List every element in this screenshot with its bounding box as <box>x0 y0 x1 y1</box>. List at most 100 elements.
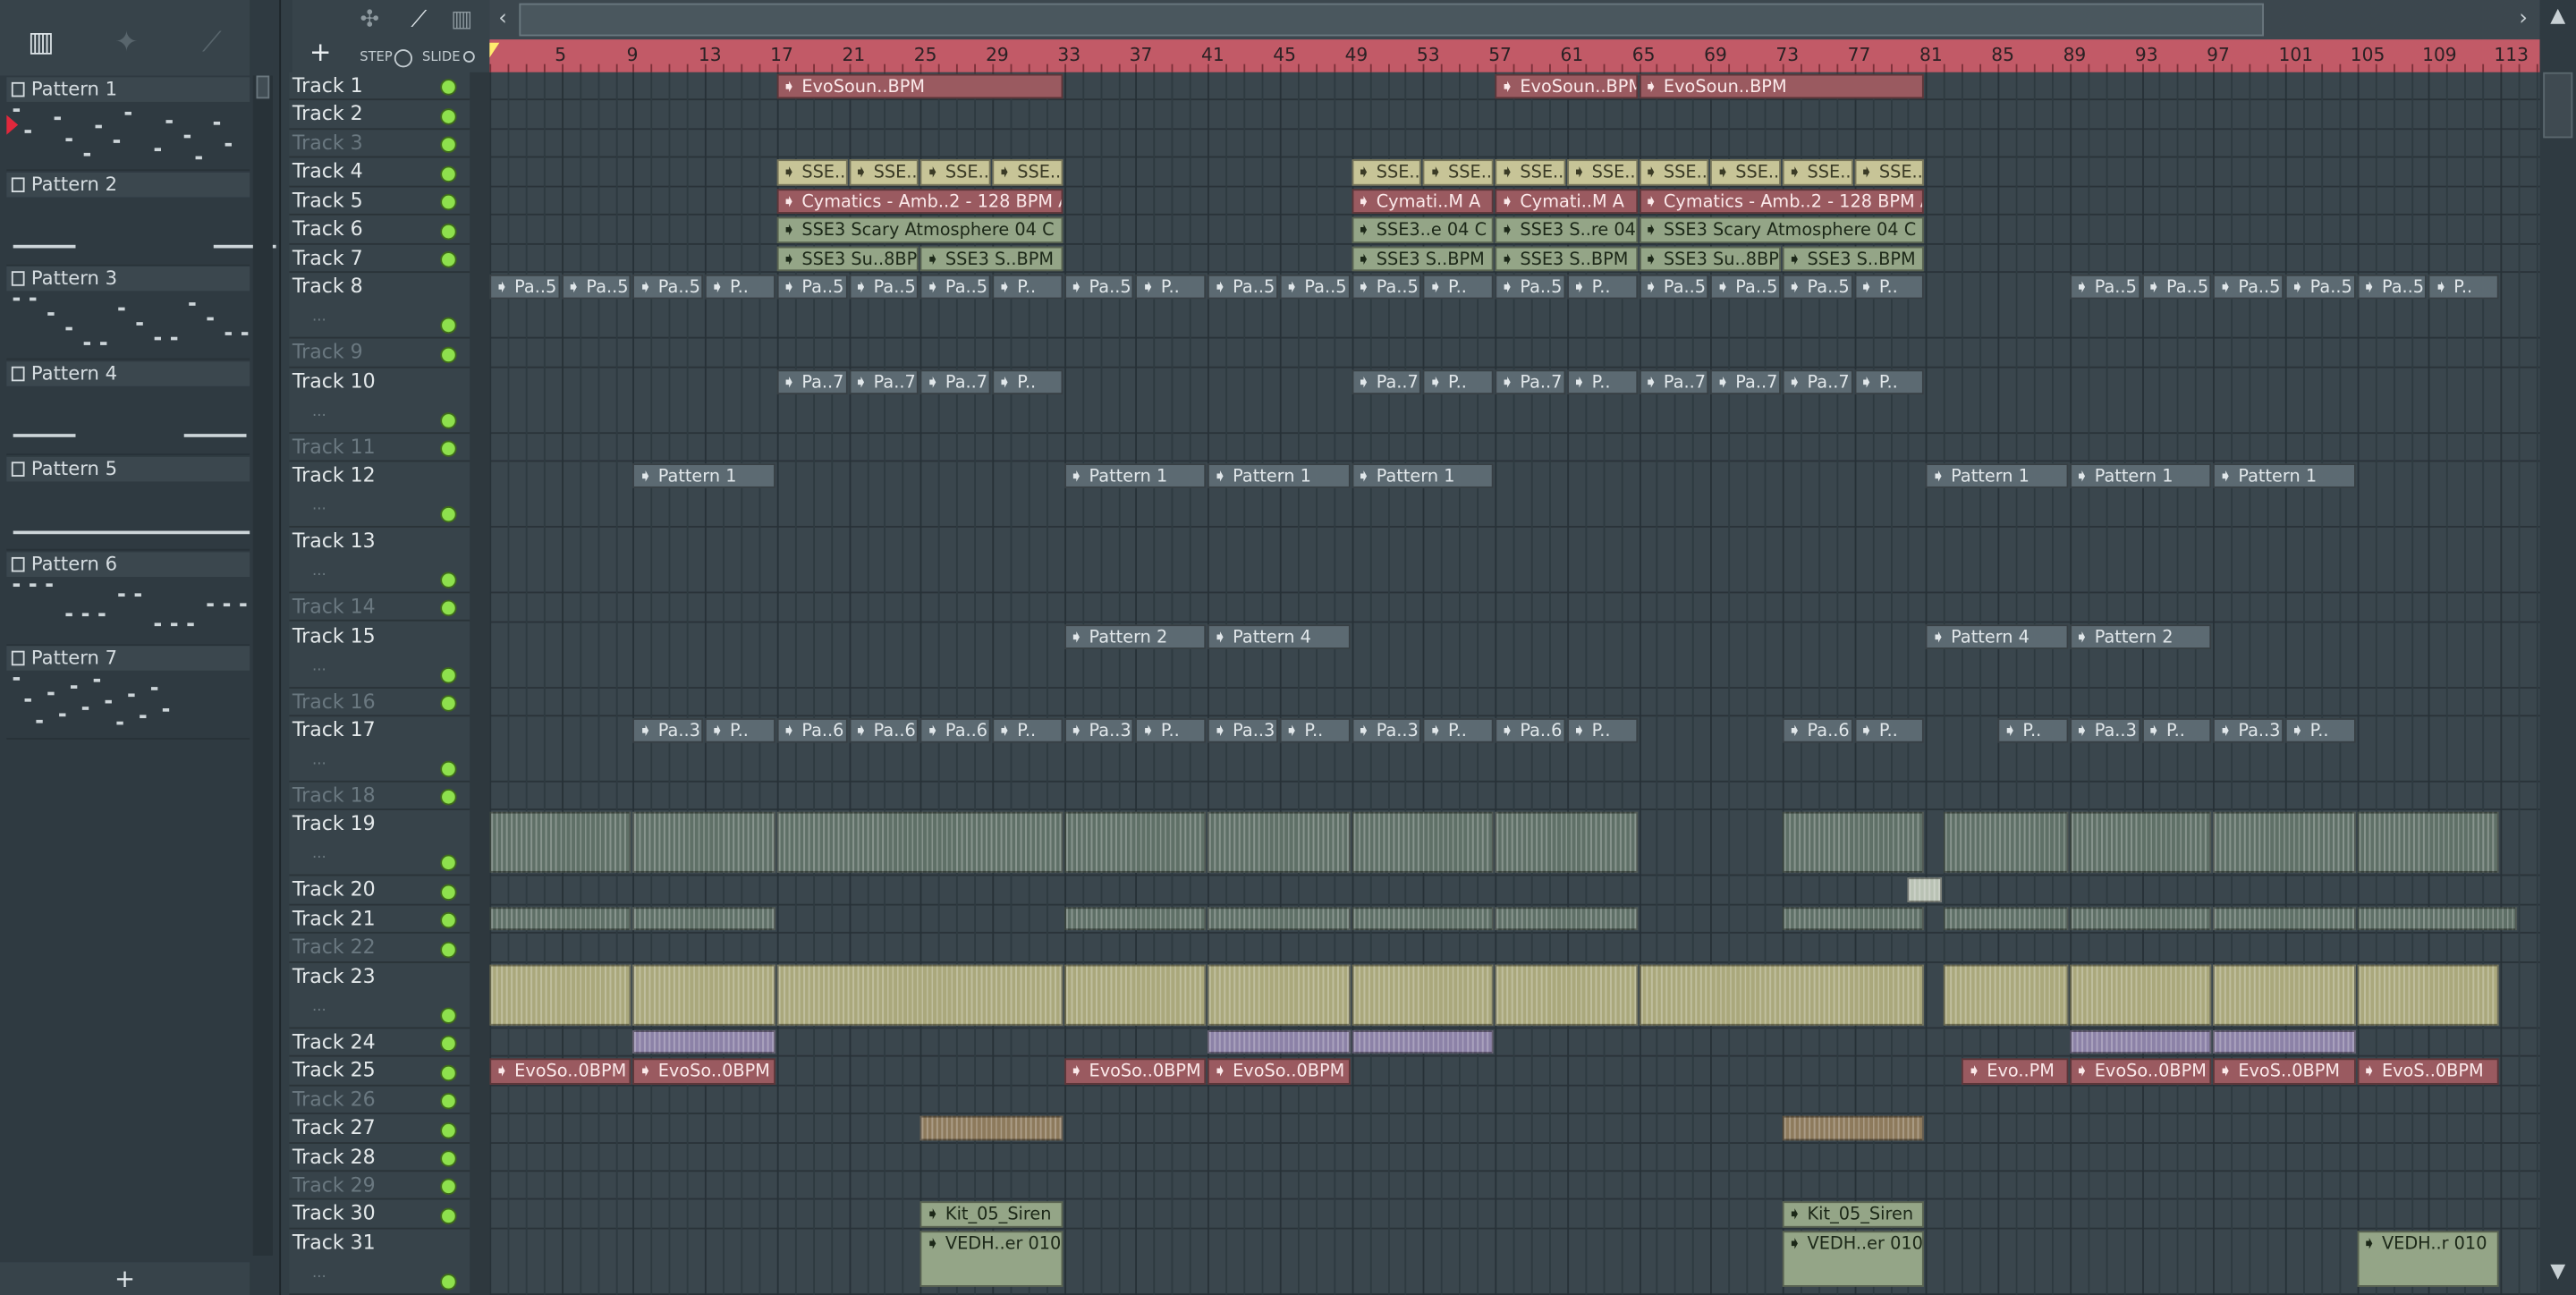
waveform-clip[interactable] <box>1495 907 1638 931</box>
track-enable-led[interactable] <box>440 1093 457 1110</box>
pattern-tool-icon[interactable]: ▥ <box>444 4 479 37</box>
playlist-grid[interactable]: ➧ EvoSoun..BPM ➧ EvoSoun..BPM ➧ EvoSoun..B… <box>489 72 2540 1295</box>
pattern-clip[interactable]: ➧ Pa..6 <box>920 717 991 743</box>
timeline-ruler[interactable]: 5 9 13 17 21 25 29 33 37 41 45 49 53 57 61 65 69 73 77 81 85… <box>489 39 2540 72</box>
track-header[interactable]: Track 27 <box>289 1114 470 1144</box>
pattern-clip[interactable]: ➧ Pa..3 <box>1063 717 1135 743</box>
step-toggle[interactable] <box>394 49 413 68</box>
pattern-clip[interactable]: ➧ P.. <box>1566 275 1638 300</box>
audio-clip-icon[interactable]: ✦ <box>106 23 148 63</box>
waveform-clip[interactable] <box>2069 812 2212 874</box>
playlist-clip[interactable]: ➧ SSE..) <box>1854 159 1925 186</box>
pattern-clip[interactable]: ➧ P.. <box>2141 717 2212 743</box>
pattern-clip[interactable]: ➧ P.. <box>992 717 1063 743</box>
pattern-clip[interactable]: ➧ Pa..5 <box>1495 275 1566 300</box>
waveform-clip[interactable] <box>1639 964 1925 1026</box>
automation-icon[interactable]: ⟋ <box>191 23 233 63</box>
pattern-clip[interactable]: ➧ P.. <box>1997 717 2069 743</box>
track-header[interactable]: Track 8... <box>289 273 470 339</box>
playlist-clip[interactable]: ➧ Kit_05_Siren <box>1782 1202 1925 1228</box>
track-header[interactable]: Track 29 <box>289 1172 470 1201</box>
pattern-title[interactable]: Pattern 1 <box>6 77 250 102</box>
pattern-title[interactable]: Pattern 7 <box>6 646 250 672</box>
pattern-clip[interactable]: ➧ P.. <box>705 275 775 300</box>
playlist-clip[interactable]: ➧ SSE..) <box>1782 159 1853 186</box>
playlist-clip[interactable]: ➧ Cymatics - Amb..2 - 128 BPM A <box>776 188 1063 215</box>
draw-tool-icon[interactable]: ⟋ <box>401 4 436 37</box>
pattern-clip[interactable]: ➧ Pa..7 <box>1639 368 1709 394</box>
track-header[interactable]: Track 1 <box>289 72 470 101</box>
pattern-title[interactable]: Pattern 4 <box>6 361 250 387</box>
pattern-clip[interactable]: ➧ Pa..5 <box>920 275 991 300</box>
pattern-clip[interactable]: ➧ Pa..6 <box>848 717 919 743</box>
track-enable-led[interactable] <box>440 571 457 588</box>
track-enable-led[interactable] <box>440 80 457 97</box>
waveform-clip[interactable] <box>1063 907 1207 931</box>
pattern-clip[interactable]: ➧ Pa..5 <box>2284 275 2356 300</box>
playlist-clip[interactable]: ➧ Pattern 1 <box>2213 463 2356 488</box>
waveform-clip[interactable] <box>1351 964 1494 1026</box>
playlist-clip[interactable]: ➧ SSE3 S..BPM <box>1495 246 1638 272</box>
waveform-clip[interactable] <box>1063 964 1207 1026</box>
playlist-clip[interactable]: ➧ SSE..) <box>920 159 991 186</box>
playlist-clip[interactable]: ➧ Pattern 2 <box>1063 623 1207 648</box>
playlist-clip[interactable]: ➧ SSE..) <box>1423 159 1494 186</box>
track-enable-led[interactable] <box>440 345 457 363</box>
waveform-clip[interactable] <box>1944 907 2069 931</box>
waveform-clip[interactable] <box>1351 1029 1494 1054</box>
track-enable-led[interactable] <box>440 1006 457 1024</box>
track-enable-led[interactable] <box>440 695 457 712</box>
track-enable-led[interactable] <box>440 108 457 125</box>
waveform-clip[interactable] <box>2213 1029 2356 1054</box>
track-enable-led[interactable] <box>440 884 457 901</box>
playlist-clip[interactable]: ➧ SSE3 Scary Atmosphere 04 C <box>1639 217 1925 243</box>
track-header[interactable]: Track 14 <box>289 593 470 622</box>
playlist-clip[interactable]: ➧ EvoS..0BPM <box>2213 1058 2356 1085</box>
pattern-clip[interactable]: ➧ Pa..5 <box>2213 275 2284 300</box>
pattern-clip[interactable]: ➧ Pa..3 <box>632 717 704 743</box>
playlist-clip[interactable]: ➧ VEDH..r 010 <box>2357 1231 2499 1287</box>
waveform-clip[interactable] <box>1063 812 1207 874</box>
pattern-clip[interactable]: ➧ Pa..6 <box>1782 717 1853 743</box>
pattern-clip[interactable]: ➧ Pa..3 <box>2213 717 2284 743</box>
waveform-clip[interactable] <box>1782 812 1925 874</box>
track-enable-led[interactable] <box>440 1207 457 1224</box>
pattern-clip[interactable]: ➧ Pa..5 <box>848 275 919 300</box>
pattern-clip[interactable]: ➧ Pa..5 <box>1279 275 1351 300</box>
playhead-marker-icon[interactable] <box>489 42 500 58</box>
pattern-clip[interactable]: ➧ Pa..5 <box>561 275 632 300</box>
scroll-left-icon[interactable]: ‹ <box>489 4 515 37</box>
pattern-clip[interactable]: ➧ P.. <box>992 368 1063 394</box>
track-header[interactable]: Track 28 <box>289 1143 470 1172</box>
track-enable-led[interactable] <box>440 1036 457 1053</box>
pattern-item[interactable]: Pattern 2 <box>6 171 276 267</box>
playlist-clip[interactable]: ➧ SSE..) <box>1495 159 1566 186</box>
track-header[interactable]: Track 31... <box>289 1229 470 1295</box>
track-header[interactable]: Track 5 <box>289 187 470 216</box>
playlist-clip[interactable]: ➧ EvoSoun..BPM <box>776 73 1063 100</box>
pattern-clip[interactable]: ➧ Pa..5 <box>489 275 560 300</box>
waveform-clip[interactable] <box>920 1115 1063 1140</box>
playlist-clip[interactable]: ➧ Pattern 4 <box>1926 623 2069 648</box>
track-header[interactable]: Track 2 <box>289 101 470 130</box>
vertical-scrollbar[interactable]: ▲ ▼ <box>2539 0 2576 1295</box>
waveform-clip[interactable] <box>2069 1029 2212 1054</box>
waveform-clip[interactable] <box>2069 964 2212 1026</box>
track-enable-led[interactable] <box>440 789 457 807</box>
waveform-clip[interactable] <box>1351 812 1494 874</box>
waveform-clip[interactable] <box>489 964 632 1026</box>
playlist-clip[interactable]: ➧ Cymati..M A <box>1495 188 1638 215</box>
track-enable-led[interactable] <box>440 1121 457 1138</box>
playlist-clip[interactable]: ➧ SSE..) <box>1639 159 1709 186</box>
track-header[interactable]: Track 26 <box>289 1086 470 1115</box>
track-header[interactable]: Track 20 <box>289 876 470 906</box>
playlist-clip[interactable]: ➧ EvoSoun..BPM <box>1495 73 1638 100</box>
waveform-clip[interactable] <box>1208 964 1351 1026</box>
track-enable-led[interactable] <box>440 317 457 334</box>
waveform-clip[interactable] <box>1782 907 1925 931</box>
playlist-clip[interactable]: ➧ SSE..) <box>1351 159 1422 186</box>
pattern-clip[interactable]: ➧ P.. <box>1423 275 1494 300</box>
pattern-clip[interactable]: ➧ P.. <box>992 275 1063 300</box>
pattern-clip[interactable]: ➧ Pa..5 <box>1351 275 1422 300</box>
waveform-clip[interactable] <box>1351 907 1494 931</box>
